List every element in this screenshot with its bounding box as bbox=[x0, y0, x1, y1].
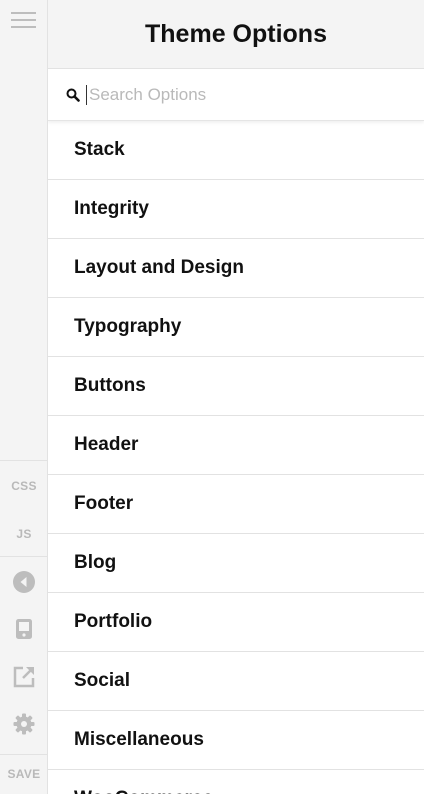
js-button[interactable]: JS bbox=[0, 527, 48, 541]
option-blog[interactable]: Blog bbox=[48, 534, 424, 593]
page-title: Theme Options bbox=[145, 19, 327, 48]
panel-header: Theme Options bbox=[48, 0, 424, 69]
option-typography[interactable]: Typography bbox=[48, 298, 424, 357]
toolbar-divider bbox=[0, 460, 48, 461]
option-buttons[interactable]: Buttons bbox=[48, 357, 424, 416]
option-social[interactable]: Social bbox=[48, 652, 424, 711]
search-icon bbox=[66, 88, 80, 102]
search-input[interactable] bbox=[86, 84, 389, 105]
search-bar bbox=[48, 69, 424, 121]
toolbar-divider bbox=[0, 754, 48, 755]
options-list: Stack Integrity Layout and Design Typogr… bbox=[48, 121, 424, 794]
external-link-icon[interactable] bbox=[12, 665, 36, 689]
option-miscellaneous[interactable]: Miscellaneous bbox=[48, 711, 424, 770]
option-footer[interactable]: Footer bbox=[48, 475, 424, 534]
toolbar-divider bbox=[0, 556, 48, 557]
hamburger-icon[interactable] bbox=[11, 12, 36, 28]
css-button[interactable]: CSS bbox=[0, 479, 48, 493]
theme-options-panel: Theme Options Stack Integrity Layout and… bbox=[48, 0, 424, 794]
option-portfolio[interactable]: Portfolio bbox=[48, 593, 424, 652]
mobile-device-icon[interactable] bbox=[12, 617, 36, 641]
gear-icon[interactable] bbox=[12, 712, 36, 736]
back-arrow-icon[interactable] bbox=[12, 570, 36, 594]
left-toolbar: CSS JS SAVE bbox=[0, 0, 48, 794]
option-stack[interactable]: Stack bbox=[48, 121, 424, 180]
option-header[interactable]: Header bbox=[48, 416, 424, 475]
option-woocommerce[interactable]: WooCommerce bbox=[48, 770, 424, 794]
save-button[interactable]: SAVE bbox=[0, 767, 48, 781]
option-integrity[interactable]: Integrity bbox=[48, 180, 424, 239]
option-layout-and-design[interactable]: Layout and Design bbox=[48, 239, 424, 298]
